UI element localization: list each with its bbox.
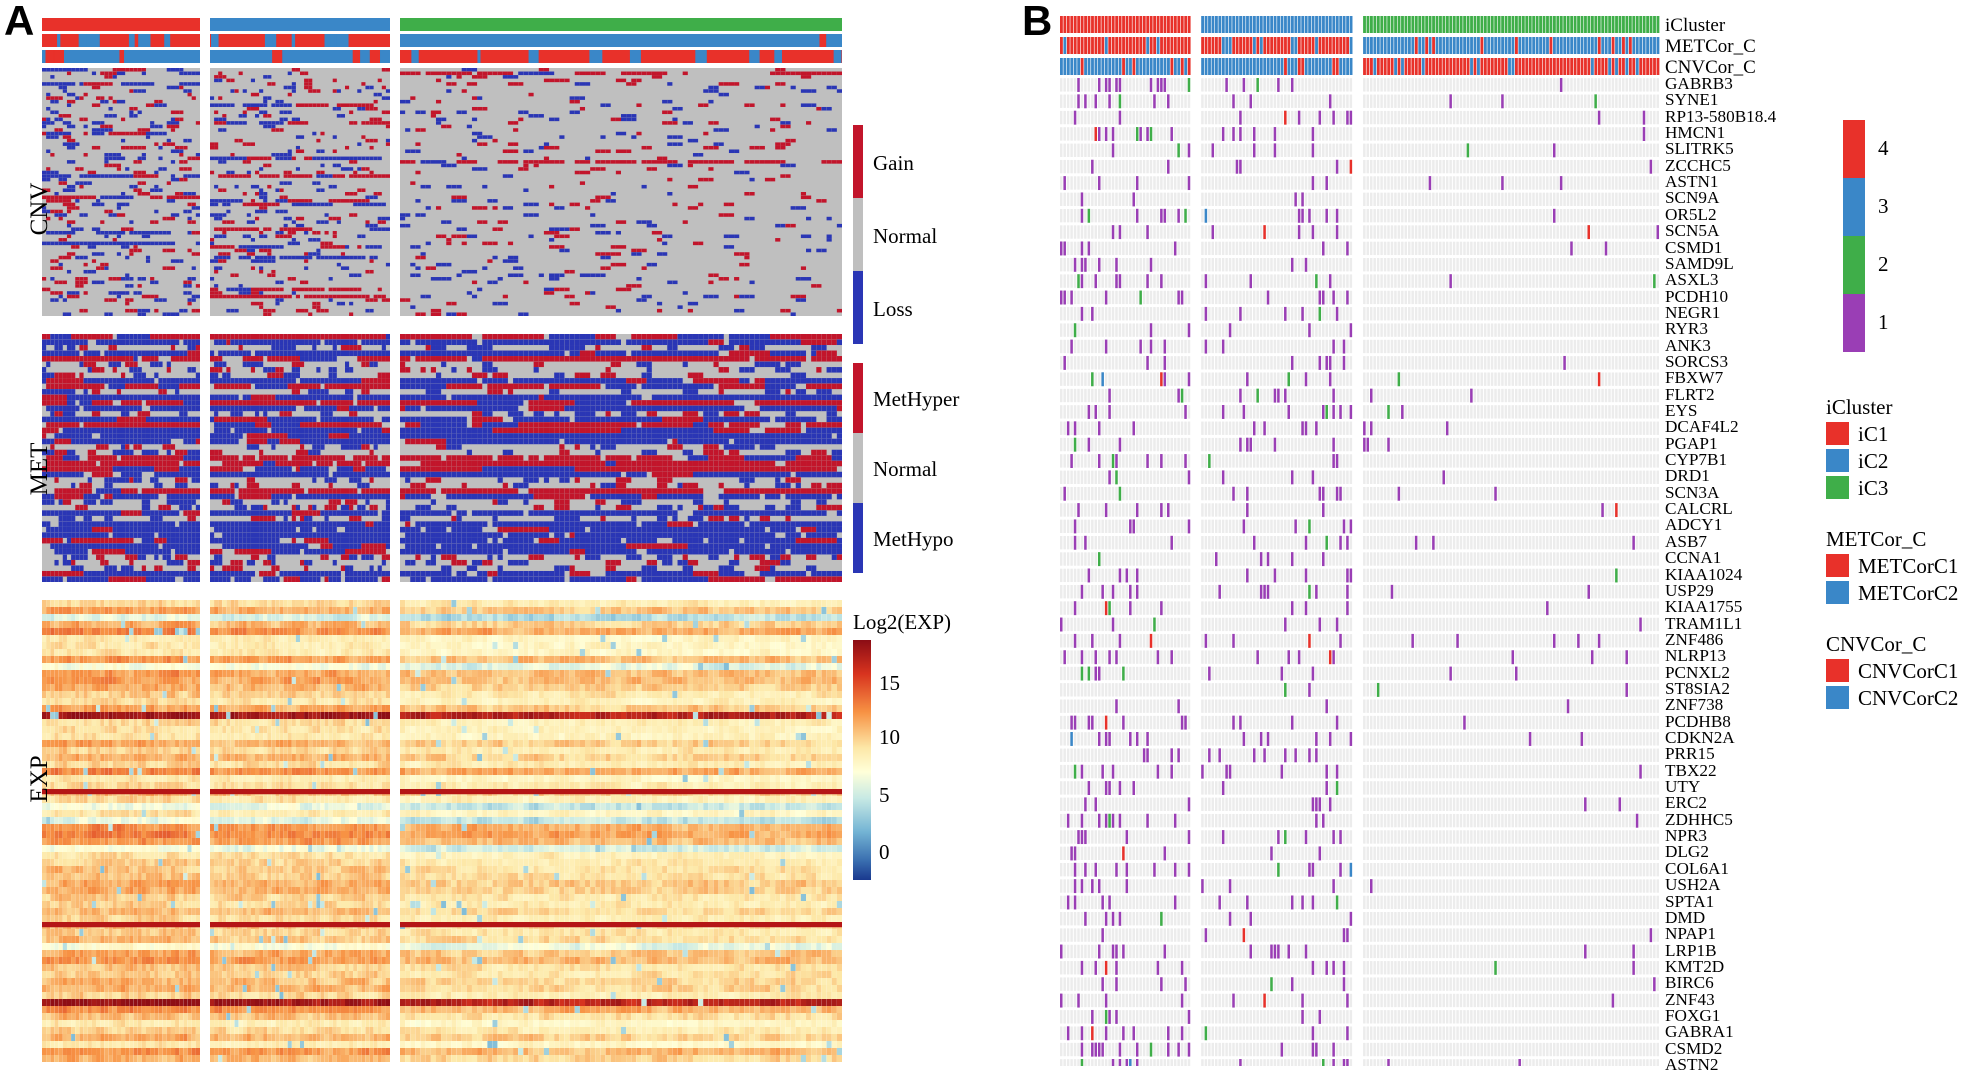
cluster-legend-3-swatch — [1843, 178, 1865, 236]
gene-label: DCAF4L2 — [1665, 417, 1739, 437]
metcor-legend-c2-label: METCorC2 — [1858, 581, 1959, 605]
icluster-legend-ic2-swatch — [1826, 449, 1849, 472]
gene-label: BIRC6 — [1665, 973, 1714, 993]
cluster-legend-1-swatch — [1843, 294, 1865, 352]
cnv-legend-loss-swatch — [853, 271, 863, 344]
cluster-legend-4-swatch — [1843, 120, 1865, 178]
icluster-legend-ic1-swatch — [1826, 422, 1849, 445]
exp-tick-10: 10 — [879, 725, 900, 749]
gene-label: ASXL3 — [1665, 270, 1719, 290]
gene-label: ZNF738 — [1665, 695, 1724, 715]
cnv-legend-normal-swatch — [853, 198, 863, 271]
cnvcor-legend-title: CNVCor_C — [1826, 632, 1927, 656]
met-legend-methyper-label: MetHyper — [873, 387, 960, 411]
cnvcor-legend-c1-label: CNVCorC1 — [1858, 659, 1959, 683]
gene-label: ASTN2 — [1665, 1055, 1719, 1074]
panel-b-anno-label-metcor: METCor_C — [1665, 36, 1756, 57]
exp-colorbar — [853, 640, 871, 880]
panel-a-row-label-exp: EXP — [26, 755, 53, 803]
gene-label: USH2A — [1665, 875, 1721, 895]
panel-b-anno-label-icluster: iCluster — [1665, 15, 1726, 36]
met-legend-normal-swatch — [853, 433, 863, 503]
gene-label: NPAP1 — [1665, 924, 1716, 944]
cnvcor-legend-c1-swatch — [1826, 659, 1849, 682]
icluster-legend-ic2-label: iC2 — [1858, 449, 1889, 473]
icluster-legend-ic1-label: iC1 — [1858, 422, 1889, 446]
cluster-legend-3-label: 3 — [1878, 194, 1889, 218]
icluster-legend-ic3-label: iC3 — [1858, 476, 1889, 500]
gene-label: NLRP13 — [1665, 646, 1727, 666]
cluster-legend-2-swatch — [1843, 236, 1865, 294]
panel-label-a: A — [4, 0, 35, 44]
cluster-legend-1-label: 1 — [1878, 310, 1889, 334]
metcor-legend-c1-label: METCorC1 — [1858, 554, 1959, 578]
icluster-legend-title: iCluster — [1826, 395, 1893, 419]
cnv-legend-gain-label: Gain — [873, 151, 914, 175]
cluster-legend-4-label: 4 — [1878, 136, 1889, 160]
gene-label: SLITRK5 — [1665, 139, 1734, 159]
cluster-legend-2-label: 2 — [1878, 252, 1889, 276]
panel-label-b: B — [1022, 0, 1053, 44]
gene-label: GABRA1 — [1665, 1022, 1734, 1042]
panel-a-row-label-met: MET — [26, 442, 53, 496]
exp-legend-title: Log2(EXP) — [853, 610, 951, 634]
exp-tick-0: 0 — [879, 840, 890, 864]
gene-label: FBXW7 — [1665, 368, 1724, 388]
met-legend-methypo-label: MetHypo — [873, 527, 954, 551]
gene-label: ERC2 — [1665, 793, 1708, 813]
exp-tick-15: 15 — [879, 671, 900, 695]
cnvcor-legend-c2-swatch — [1826, 686, 1849, 709]
cnvcor-legend-c2-label: CNVCorC2 — [1858, 686, 1959, 710]
metcor-legend-c2-swatch — [1826, 581, 1849, 604]
met-legend-normal-label: Normal — [873, 457, 938, 481]
cnv-legend-gain-swatch — [853, 125, 863, 198]
metcor-legend-c1-swatch — [1826, 554, 1849, 577]
gene-label: CCNA1 — [1665, 548, 1722, 568]
panel-a-row-label-cnv: CNV — [26, 182, 53, 236]
gene-label: SCN5A — [1665, 221, 1720, 241]
gene-label: KIAA1755 — [1665, 597, 1743, 617]
met-legend-methyper-swatch — [853, 363, 863, 433]
metcor-legend-title: METCor_C — [1826, 527, 1927, 551]
cnv-legend-loss-label: Loss — [873, 297, 913, 321]
cnv-legend-normal-label: Normal — [873, 224, 938, 248]
gene-label: DRD1 — [1665, 466, 1710, 486]
gene-label: SYNE1 — [1665, 90, 1719, 110]
panel-a-heatmaps — [42, 16, 842, 1076]
icluster-legend-ic3-swatch — [1826, 476, 1849, 499]
gene-label: RYR3 — [1665, 319, 1708, 339]
exp-tick-5: 5 — [879, 783, 890, 807]
met-legend-methypo-swatch — [853, 503, 863, 573]
gene-label: PRR15 — [1665, 744, 1715, 764]
